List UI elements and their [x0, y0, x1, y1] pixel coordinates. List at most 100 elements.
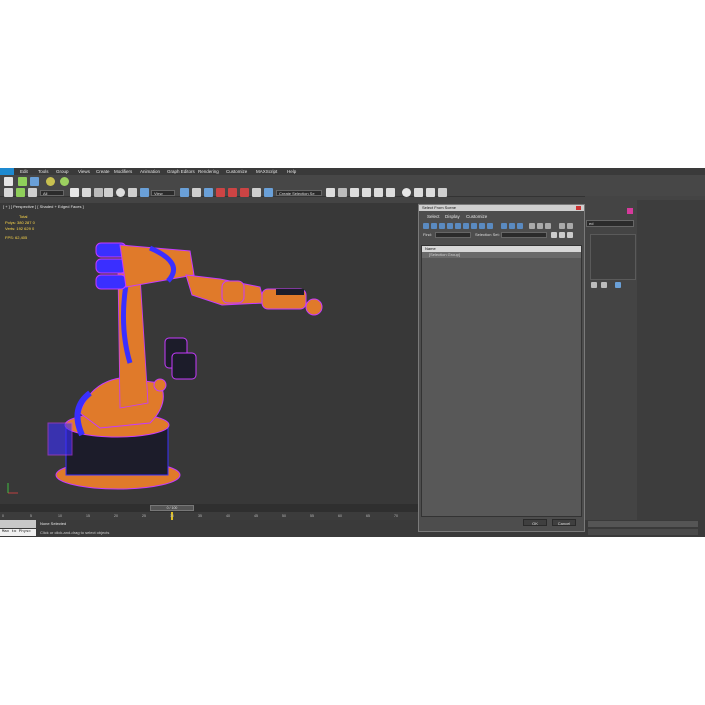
list-item[interactable]: [Selection Group] — [422, 252, 581, 258]
ok-button[interactable]: OK — [523, 519, 547, 526]
modifier-stack[interactable] — [590, 234, 636, 280]
menu-group[interactable]: Group — [56, 168, 69, 175]
show-end-result-icon[interactable] — [601, 282, 607, 288]
display-lights-icon[interactable] — [439, 223, 445, 229]
menu-bar: Edit Tools Group Views Create Modifiers … — [0, 168, 705, 175]
curve-editor-icon[interactable] — [374, 188, 383, 197]
menu-animation[interactable]: Animation — [140, 168, 160, 175]
select-all-icon[interactable] — [501, 223, 507, 229]
bind-space-warp-icon[interactable] — [16, 188, 25, 197]
display-geometry-icon[interactable] — [423, 223, 429, 229]
sort-icon[interactable] — [559, 232, 565, 238]
snaps-toggle-icon[interactable] — [216, 188, 225, 197]
selection-set-icon[interactable] — [551, 232, 557, 238]
time-slider[interactable]: 0 / 100 — [0, 504, 418, 512]
menu-tools[interactable]: Tools — [38, 168, 49, 175]
display-shapes-icon[interactable] — [431, 223, 437, 229]
menu-help[interactable]: Help — [287, 168, 296, 175]
select-children-icon[interactable] — [545, 223, 551, 229]
maxscript-mini-listener[interactable]: Max to Physc — [0, 529, 36, 536]
tick-label: 15 — [86, 514, 90, 518]
find-input[interactable] — [435, 232, 471, 238]
command-panel: ed — [585, 196, 705, 520]
viewport-label[interactable]: [ + ] [ Perspective ] [ Shaded + Edged F… — [3, 204, 84, 209]
configure-modifier-sets-icon[interactable] — [615, 282, 621, 288]
redo-icon[interactable] — [30, 177, 39, 186]
select-dependents-icon[interactable] — [537, 223, 543, 229]
display-cameras-icon[interactable] — [447, 223, 453, 229]
time-slider-thumb[interactable]: 0 / 100 — [150, 505, 194, 511]
playback-controls[interactable] — [588, 521, 698, 527]
spinner-snap-icon[interactable] — [252, 188, 261, 197]
reference-coordinate-select[interactable]: View — [151, 190, 175, 196]
verts-label: Verts: — [5, 226, 16, 231]
dialog-menu-select[interactable]: Select — [427, 214, 440, 219]
render-setup-icon[interactable] — [414, 188, 423, 197]
dialog-menu-customize[interactable]: Customize — [466, 214, 487, 219]
select-none-icon[interactable] — [509, 223, 515, 229]
app-logo-icon[interactable] — [0, 168, 14, 175]
menu-create[interactable]: Create — [96, 168, 110, 175]
edit-named-selection-icon[interactable] — [264, 188, 273, 197]
menu-graph-editors[interactable]: Graph Editors — [167, 168, 195, 175]
find-case-icon[interactable] — [559, 223, 565, 229]
graphite-tools-icon[interactable] — [362, 188, 371, 197]
select-by-name-icon[interactable] — [70, 188, 79, 197]
display-bones-icon[interactable] — [487, 223, 493, 229]
tick-label: 20 — [114, 514, 118, 518]
dialog-menu-display[interactable]: Display — [445, 214, 460, 219]
named-selection-set-input[interactable]: Create Selection Se — [276, 190, 322, 196]
select-move-icon[interactable] — [104, 188, 113, 197]
select-object-icon[interactable] — [4, 188, 13, 197]
menu-modifiers[interactable]: Modifiers — [114, 168, 132, 175]
new-scene-icon[interactable] — [4, 177, 13, 186]
angle-snap-icon[interactable] — [228, 188, 237, 197]
menu-rendering[interactable]: Rendering — [198, 168, 219, 175]
schematic-view-icon[interactable] — [386, 188, 395, 197]
modifier-list-select[interactable]: ed — [586, 220, 634, 227]
maxscript-listener-top[interactable] — [0, 520, 36, 528]
menu-views[interactable]: Views — [78, 168, 90, 175]
max-application-window: Edit Tools Group Views Create Modifiers … — [0, 168, 705, 537]
select-scale-icon[interactable] — [128, 188, 137, 197]
display-space-warps-icon[interactable] — [463, 223, 469, 229]
selection-filter-select[interactable]: All — [40, 190, 64, 196]
pin-stack-icon[interactable] — [591, 282, 597, 288]
invert-selection-icon[interactable] — [517, 223, 523, 229]
keyboard-shortcut-icon[interactable] — [204, 188, 213, 197]
rectangle-selection-icon[interactable] — [82, 188, 91, 197]
cancel-button[interactable]: Cancel — [552, 519, 576, 526]
menu-customize[interactable]: Customize — [226, 168, 247, 175]
render-production-icon[interactable] — [438, 188, 447, 197]
layer-manager-icon[interactable] — [350, 188, 359, 197]
select-rotate-icon[interactable] — [116, 188, 125, 197]
scene-object-list[interactable]: Name [Selection Group] — [421, 245, 582, 517]
unlink-icon[interactable] — [60, 177, 69, 186]
align-icon[interactable] — [338, 188, 347, 197]
lock-selection-icon[interactable] — [529, 223, 535, 229]
mirror-icon[interactable] — [326, 188, 335, 197]
select-link-icon[interactable] — [46, 177, 55, 186]
menu-edit[interactable]: Edit — [20, 168, 28, 175]
track-bar[interactable]: 0 5 10 15 20 25 30 35 40 45 50 55 60 65 … — [0, 512, 418, 520]
display-groups-icon[interactable] — [471, 223, 477, 229]
selection-filter-icon[interactable] — [28, 188, 37, 197]
columns-icon[interactable] — [567, 232, 573, 238]
filter-icon[interactable] — [567, 223, 573, 229]
select-manipulate-icon[interactable] — [192, 188, 201, 197]
rendered-frame-icon[interactable] — [426, 188, 435, 197]
selection-set-select[interactable] — [501, 232, 547, 238]
pivot-center-icon[interactable] — [180, 188, 189, 197]
perspective-viewport[interactable] — [0, 203, 418, 504]
window-crossing-icon[interactable] — [94, 188, 103, 197]
percent-snap-icon[interactable] — [240, 188, 249, 197]
menu-maxscript[interactable]: MAXScript — [256, 168, 277, 175]
material-editor-icon[interactable] — [402, 188, 411, 197]
display-xrefs-icon[interactable] — [479, 223, 485, 229]
key-filters[interactable] — [588, 529, 698, 535]
close-icon[interactable] — [576, 206, 581, 210]
display-helpers-icon[interactable] — [455, 223, 461, 229]
color-swatch[interactable] — [627, 208, 633, 214]
undo-icon[interactable] — [18, 177, 27, 186]
reference-coordinate-icon[interactable] — [140, 188, 149, 197]
